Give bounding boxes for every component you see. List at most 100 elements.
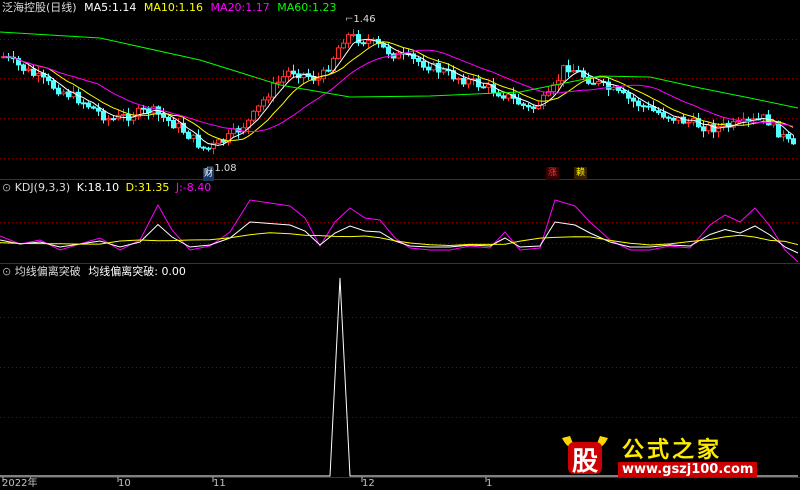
candle-body xyxy=(261,99,266,107)
low-tag[interactable]: 财 xyxy=(203,168,215,181)
high-price-marker: ⌐1.46 xyxy=(345,14,376,25)
candle-body xyxy=(786,133,791,140)
candle-body xyxy=(571,70,576,73)
candle-body xyxy=(321,69,326,80)
candle-body xyxy=(161,113,166,118)
watermark-logo-icon: 股 xyxy=(560,432,610,478)
candle-body xyxy=(166,116,171,121)
candle-body xyxy=(256,105,261,112)
candle-body xyxy=(21,64,26,71)
kdj-title: KDJ(9,3,3) xyxy=(14,181,71,194)
ma60-value: 1.23 xyxy=(311,1,337,14)
candle-body xyxy=(466,78,471,85)
candle-body xyxy=(121,113,126,116)
candle-body xyxy=(656,110,661,114)
time-label-10: 10 xyxy=(118,478,131,489)
time-label-1: 1 xyxy=(486,478,493,489)
candle-body xyxy=(476,78,481,88)
candle-body xyxy=(526,104,531,108)
moving-averages xyxy=(0,31,799,146)
candle-body xyxy=(621,89,626,94)
candle-body xyxy=(566,65,571,73)
ma10-label: MA10: xyxy=(143,1,179,14)
candle-body xyxy=(216,139,221,144)
candle-body xyxy=(91,106,96,109)
candle-body xyxy=(486,84,491,88)
candle-body xyxy=(521,103,526,106)
indicator-title: 均线偏离突破 xyxy=(14,265,81,278)
kdj-j-line xyxy=(0,199,799,263)
candle-body xyxy=(206,147,211,150)
candle-body xyxy=(791,138,796,145)
candle-body xyxy=(631,97,636,102)
candle-body xyxy=(661,112,666,118)
candle-body xyxy=(56,87,61,95)
candle-body xyxy=(701,126,706,132)
kdj-k-line xyxy=(0,221,799,254)
candle-body xyxy=(141,107,146,110)
kdj-lines xyxy=(0,199,799,263)
candle-body xyxy=(101,110,106,121)
ma20-label: MA20: xyxy=(210,1,246,14)
candle-body xyxy=(481,86,486,89)
candle-body xyxy=(171,119,176,129)
ma60-label: MA60: xyxy=(277,1,312,14)
candle-body xyxy=(366,40,371,44)
candle-body xyxy=(591,82,596,85)
candle-body xyxy=(351,34,356,37)
indicator-series-label: 均线偏离突破: xyxy=(88,265,158,278)
candlesticks[interactable] xyxy=(1,29,796,155)
ma20-value: 1.17 xyxy=(245,1,270,14)
time-label-11: 11 xyxy=(213,478,226,489)
time-label-12: 12 xyxy=(362,478,375,489)
chart-canvas[interactable] xyxy=(0,0,800,488)
candle-body xyxy=(96,107,101,112)
candle-body xyxy=(666,116,671,119)
candle-body xyxy=(51,80,56,89)
candle-body xyxy=(781,133,786,138)
candle-body xyxy=(386,46,391,55)
candle-body xyxy=(596,80,601,84)
candle-body xyxy=(186,131,191,139)
ma5-label: MA5: xyxy=(84,1,112,14)
stock-title: 泛海控股(日线) xyxy=(2,1,77,14)
signal-tag-1[interactable]: 涨 xyxy=(546,167,560,180)
candle-body xyxy=(266,96,271,101)
candle-body xyxy=(191,134,196,139)
candle-body xyxy=(561,65,566,82)
indicator-icon: ⊙ xyxy=(2,265,12,278)
candle-body xyxy=(86,102,91,108)
ma10-value: 1.16 xyxy=(178,1,204,14)
candle-body xyxy=(501,95,506,99)
candle-body xyxy=(361,42,366,45)
candle-body xyxy=(81,102,86,105)
candle-body xyxy=(31,68,36,76)
candle-body xyxy=(626,92,631,99)
candle-body xyxy=(26,68,31,71)
kdj-d-value: 31.35 xyxy=(137,181,170,194)
candle-body xyxy=(46,76,51,82)
ma5-value: 1.14 xyxy=(111,1,137,14)
kdj-d-line xyxy=(0,232,799,247)
candle-body xyxy=(281,76,286,83)
candle-body xyxy=(36,72,41,76)
watermark: 股 公式之家 www.gszj100.com xyxy=(560,432,780,478)
candle-body xyxy=(641,105,646,108)
candle-body xyxy=(421,60,426,68)
candle-body xyxy=(716,125,721,133)
candle-body xyxy=(251,110,256,121)
candle-body xyxy=(271,82,276,98)
candle-body xyxy=(276,81,281,84)
candle-body xyxy=(61,91,66,95)
candle-body xyxy=(106,118,111,121)
kdj-icon: ⊙ xyxy=(2,181,12,194)
candle-body xyxy=(616,86,621,91)
indicator-series-value: 0.00 xyxy=(161,265,186,278)
candle-body xyxy=(746,118,751,121)
kdj-k-label: K: xyxy=(76,181,88,194)
signal-tag-2[interactable]: 赖 xyxy=(574,167,588,180)
candle-body xyxy=(411,53,416,59)
candle-body xyxy=(426,66,431,71)
candle-body xyxy=(336,47,341,59)
candle-body xyxy=(66,91,71,98)
